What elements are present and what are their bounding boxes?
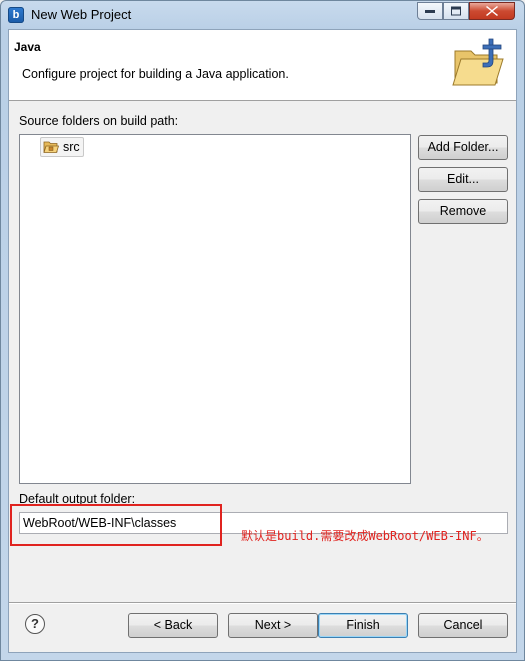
minimize-icon <box>425 10 435 13</box>
maximize-button[interactable] <box>443 2 469 20</box>
remove-button[interactable]: Remove <box>418 199 508 224</box>
page-title: Java <box>14 40 41 54</box>
back-button[interactable]: < Back <box>128 613 218 638</box>
source-folders-label: Source folders on build path: <box>19 114 179 128</box>
next-button[interactable]: Next > <box>228 613 318 638</box>
java-folder-icon <box>452 38 504 86</box>
maximize-icon <box>451 6 461 16</box>
finish-button[interactable]: Finish <box>318 613 408 638</box>
cancel-button[interactable]: Cancel <box>418 613 508 638</box>
close-icon <box>486 6 498 16</box>
dialog-window: b New Web Project Java Configure project… <box>0 0 525 661</box>
edit-button[interactable]: Edit... <box>418 167 508 192</box>
output-folder-label: Default output folder: <box>19 492 136 506</box>
footer-separator <box>9 602 516 604</box>
tree-item-src[interactable]: src <box>40 137 84 157</box>
annotation-note: 默认是build.需要改成WebRoot/WEB-INF。 <box>241 529 489 543</box>
title-bar[interactable]: b New Web Project <box>1 1 524 29</box>
tree-item-label: src <box>63 140 80 154</box>
source-folders-tree[interactable]: src <box>19 134 411 484</box>
app-icon: b <box>8 7 24 23</box>
add-folder-button[interactable]: Add Folder... <box>418 135 508 160</box>
dialog-body: Java Configure project for building a Ja… <box>8 29 517 653</box>
close-button[interactable] <box>469 2 515 20</box>
page-description: Configure project for building a Java ap… <box>22 67 289 81</box>
window-title: New Web Project <box>31 7 132 22</box>
package-folder-icon <box>43 141 59 153</box>
help-icon[interactable]: ? <box>25 614 45 634</box>
minimize-button[interactable] <box>417 2 443 20</box>
wizard-header: Java Configure project for building a Ja… <box>9 30 516 101</box>
